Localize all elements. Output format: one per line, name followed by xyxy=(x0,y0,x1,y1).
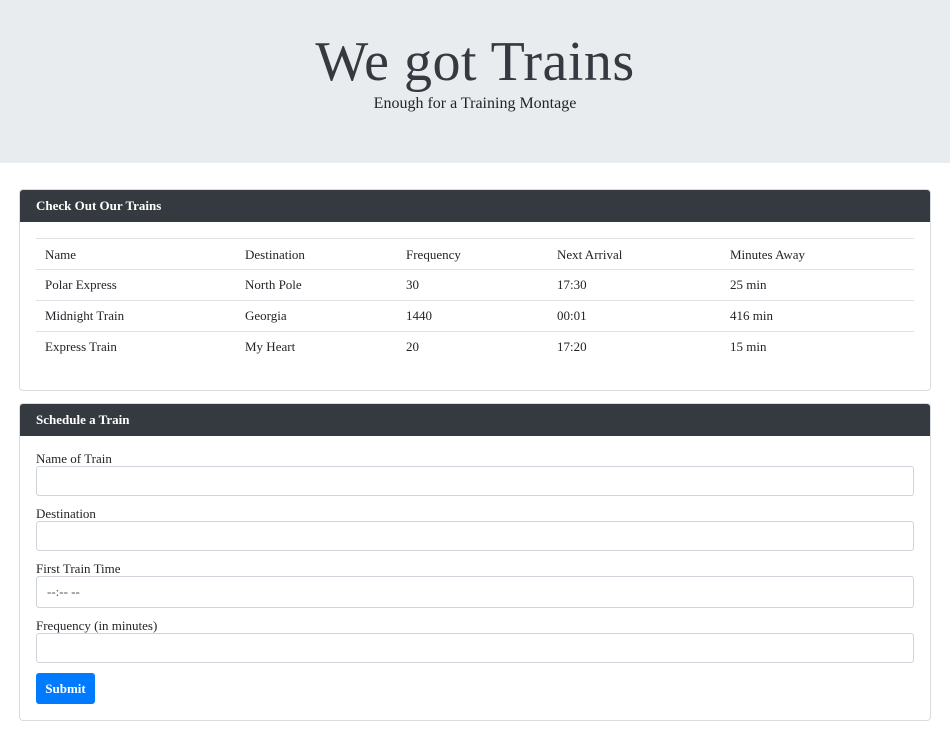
cell-train-name: Polar Express xyxy=(36,269,236,301)
cell-train-name: Midnight Train xyxy=(36,300,236,332)
train-name-label: Name of Train xyxy=(36,451,112,466)
cell-frequency: 30 xyxy=(397,269,548,301)
cell-train-name: Express Train xyxy=(36,331,236,363)
cell-destination: North Pole xyxy=(236,269,397,301)
destination-group: Destination xyxy=(36,507,914,551)
train-name-input[interactable] xyxy=(36,466,914,496)
trains-card: Check Out Our Trains Name Destination Fr… xyxy=(19,189,931,391)
frequency-input[interactable] xyxy=(36,633,914,663)
train-name-group: Name of Train xyxy=(36,452,914,496)
frequency-label: Frequency (in minutes) xyxy=(36,618,158,633)
cell-minutes-away: 416 min xyxy=(721,300,914,332)
column-header-frequency: Frequency xyxy=(397,238,548,270)
column-header-minutes-away: Minutes Away xyxy=(721,238,914,270)
table-row: Express Train My Heart 20 17:20 15 min xyxy=(36,331,914,363)
page-title: We got Trains xyxy=(315,31,635,93)
table-row: Midnight Train Georgia 1440 00:01 416 mi… xyxy=(36,300,914,332)
jumbotron-header: We got Trains Enough for a Training Mont… xyxy=(0,0,950,163)
cell-frequency: 1440 xyxy=(397,300,548,332)
column-header-destination: Destination xyxy=(236,238,397,270)
cell-frequency: 20 xyxy=(397,331,548,363)
table-header-row: Name Destination Frequency Next Arrival … xyxy=(36,238,914,270)
first-train-time-input[interactable] xyxy=(36,576,914,608)
schedule-card-header: Schedule a Train xyxy=(20,404,930,436)
cell-minutes-away: 25 min xyxy=(721,269,914,301)
table-row: Polar Express North Pole 30 17:30 25 min xyxy=(36,269,914,301)
column-header-name: Name xyxy=(36,238,236,270)
cell-next-arrival: 17:30 xyxy=(548,269,721,301)
column-header-next-arrival: Next Arrival xyxy=(548,238,721,270)
schedule-card: Schedule a Train Name of Train Destinati… xyxy=(19,403,931,721)
trains-table: Name Destination Frequency Next Arrival … xyxy=(36,238,914,363)
first-train-time-group: First Train Time xyxy=(36,562,914,608)
destination-label: Destination xyxy=(36,506,96,521)
destination-input[interactable] xyxy=(36,521,914,551)
cell-destination: My Heart xyxy=(236,331,397,363)
cell-next-arrival: 00:01 xyxy=(548,300,721,332)
frequency-group: Frequency (in minutes) xyxy=(36,619,914,663)
submit-button[interactable]: Submit xyxy=(36,673,95,704)
cell-minutes-away: 15 min xyxy=(721,331,914,363)
page-subtitle: Enough for a Training Montage xyxy=(373,95,577,112)
trains-card-header: Check Out Our Trains xyxy=(20,190,930,222)
cell-next-arrival: 17:20 xyxy=(548,331,721,363)
first-train-time-label: First Train Time xyxy=(36,561,121,576)
cell-destination: Georgia xyxy=(236,300,397,332)
